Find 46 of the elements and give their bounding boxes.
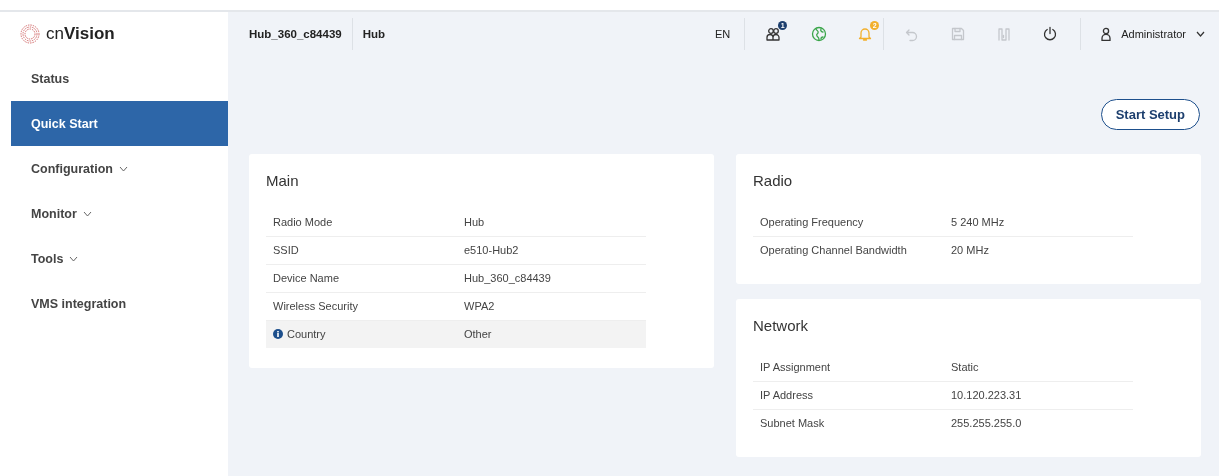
- field-label: Radio Mode: [273, 215, 333, 228]
- info-icon[interactable]: [273, 328, 283, 339]
- card-title: Main: [266, 172, 300, 190]
- chevron-icon: [82, 210, 92, 217]
- field-value: 255.255.255.0: [951, 417, 1022, 430]
- nav-item[interactable]: Monitor: [11, 191, 228, 236]
- start-setup-button[interactable]: Start Setup: [1100, 99, 1200, 130]
- field-value: 5 240 MHz: [951, 215, 1005, 228]
- brand-name: cnVision: [46, 24, 115, 44]
- device-name: Hub_360_c84439: [228, 18, 353, 50]
- field-value: 10.120.223.31: [951, 389, 1022, 401]
- field-label: SSID: [273, 244, 299, 256]
- nav-item[interactable]: Configuration: [11, 146, 228, 191]
- users-icon[interactable]: [765, 26, 782, 42]
- language-selector[interactable]: EN: [700, 18, 746, 50]
- field-label: Device Name: [273, 272, 340, 284]
- field-value: Other: [464, 328, 492, 341]
- field-label: IP Address: [760, 389, 813, 401]
- field-value: e510-Hub2: [464, 244, 519, 256]
- bell-icon[interactable]: [857, 26, 874, 42]
- user-menu[interactable]: Administrator: [1081, 27, 1219, 41]
- field-label: Country: [287, 327, 326, 340]
- field-label: Wireless Security: [273, 300, 358, 312]
- field-value: Hub_360_c84439: [464, 272, 551, 284]
- field-label: IP Assignment: [760, 360, 831, 373]
- nav-item[interactable]: VMS integration: [11, 281, 228, 326]
- device-mode: Hub: [361, 28, 386, 40]
- logo-icon: [20, 24, 40, 44]
- chevron-icon: [1196, 31, 1205, 37]
- card-title: Network: [753, 317, 809, 335]
- field-label: Operating Channel Bandwidth: [760, 244, 907, 257]
- field-label: Subnet Mask: [760, 417, 825, 430]
- nav-item[interactable]: Tools: [11, 236, 228, 281]
- field-value: WPA2: [464, 300, 495, 312]
- card-title: Radio: [753, 172, 794, 190]
- chevron-icon: [69, 255, 79, 262]
- globe-icon[interactable]: [811, 26, 828, 42]
- nav-item[interactable]: Quick Start: [11, 101, 228, 146]
- user-icon: [1101, 27, 1112, 41]
- field-value: 20 MHz: [951, 244, 989, 257]
- field-label: Operating Frequency: [760, 215, 864, 228]
- field-value: Static: [951, 360, 979, 373]
- field-value: Hub: [464, 215, 485, 228]
- chevron-icon: [118, 165, 128, 172]
- nav-item[interactable]: Status: [11, 56, 228, 101]
- power-icon[interactable]: [1042, 26, 1059, 42]
